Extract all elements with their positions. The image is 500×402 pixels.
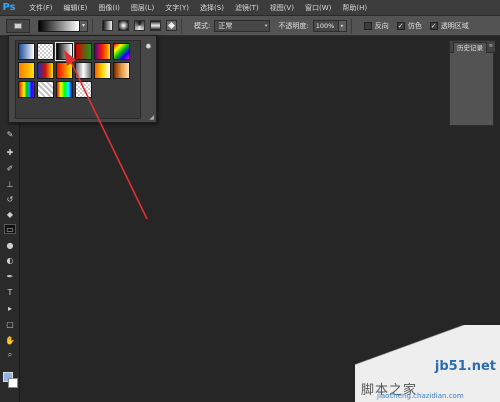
arrow-head [64, 50, 76, 66]
watermark: jb51.net 脚本之家 jiaocheng.chazidian.com [355, 325, 500, 402]
watermark-domain: jiaocheng.chazidian.com [377, 392, 464, 400]
watermark-site: jb51.net [434, 359, 496, 374]
arrow-shaft [70, 61, 148, 220]
